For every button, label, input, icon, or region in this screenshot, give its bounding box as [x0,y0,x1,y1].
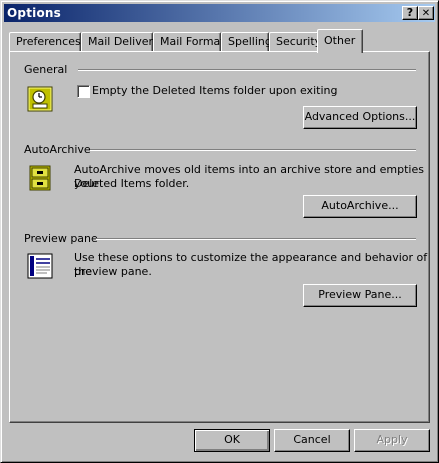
help-button[interactable]: ? [402,6,418,20]
autoarchive-heading: AutoArchive [24,143,91,156]
general-separator [78,69,416,71]
empty-deleted-items-label[interactable]: Empty the Deleted Items folder upon exit… [92,84,337,98]
tab-panel-other: General Empty the Deleted Items folder u… [9,51,430,423]
tab-label: Mail Format [160,35,225,48]
tab-spelling[interactable]: Spelling [221,32,272,51]
preview-pane-icon [27,253,53,279]
close-button[interactable]: ✕ [418,6,434,20]
close-icon: ✕ [421,8,431,19]
tab-security[interactable]: Security [269,32,322,51]
tab-preferences[interactable]: Preferences [9,32,81,51]
archive-cabinet-icon [29,165,51,191]
tab-mail-delivery[interactable]: Mail Delivery [81,32,160,51]
tab-other[interactable]: Other [317,29,363,53]
title-bar[interactable]: Options ? ✕ [4,4,435,22]
tab-label: Security [276,35,322,48]
autoarchive-separator [90,149,416,151]
options-dialog: Options ? ✕ Preferences Mail Delivery Ma… [0,0,439,463]
preview-pane-heading: Preview pane [24,232,98,245]
apply-button[interactable]: Apply [354,429,430,452]
advanced-options-button[interactable]: Advanced Options... [303,106,417,129]
button-label: Preview Pane... [318,288,402,301]
tab-label: Other [324,34,356,47]
tab-strip: Preferences Mail Delivery Mail Format Sp… [9,29,429,53]
button-label: OK [224,433,240,446]
autoarchive-description-line2: Deleted Items folder. [74,177,190,190]
window-title: Options [7,6,61,20]
cancel-button[interactable]: Cancel [274,429,350,452]
button-label: Apply [376,433,408,446]
preview-pane-separator [96,238,416,240]
tab-mail-format[interactable]: Mail Format [153,32,225,51]
general-settings-icon [27,86,53,112]
tab-label: Mail Delivery [88,35,160,48]
button-label: AutoArchive... [321,199,399,212]
autoarchive-button[interactable]: AutoArchive... [303,195,417,218]
button-label: Cancel [293,433,331,446]
preview-pane-button[interactable]: Preview Pane... [303,284,417,307]
tab-label: Spelling [228,35,272,48]
ok-button[interactable]: OK [194,429,270,452]
help-icon: ? [406,6,414,19]
general-heading: General [24,63,68,76]
button-label: Advanced Options... [304,110,416,123]
tab-label: Preferences [16,35,81,48]
empty-deleted-items-checkbox[interactable] [77,85,90,98]
preview-pane-description-line2: preview pane. [74,265,152,278]
